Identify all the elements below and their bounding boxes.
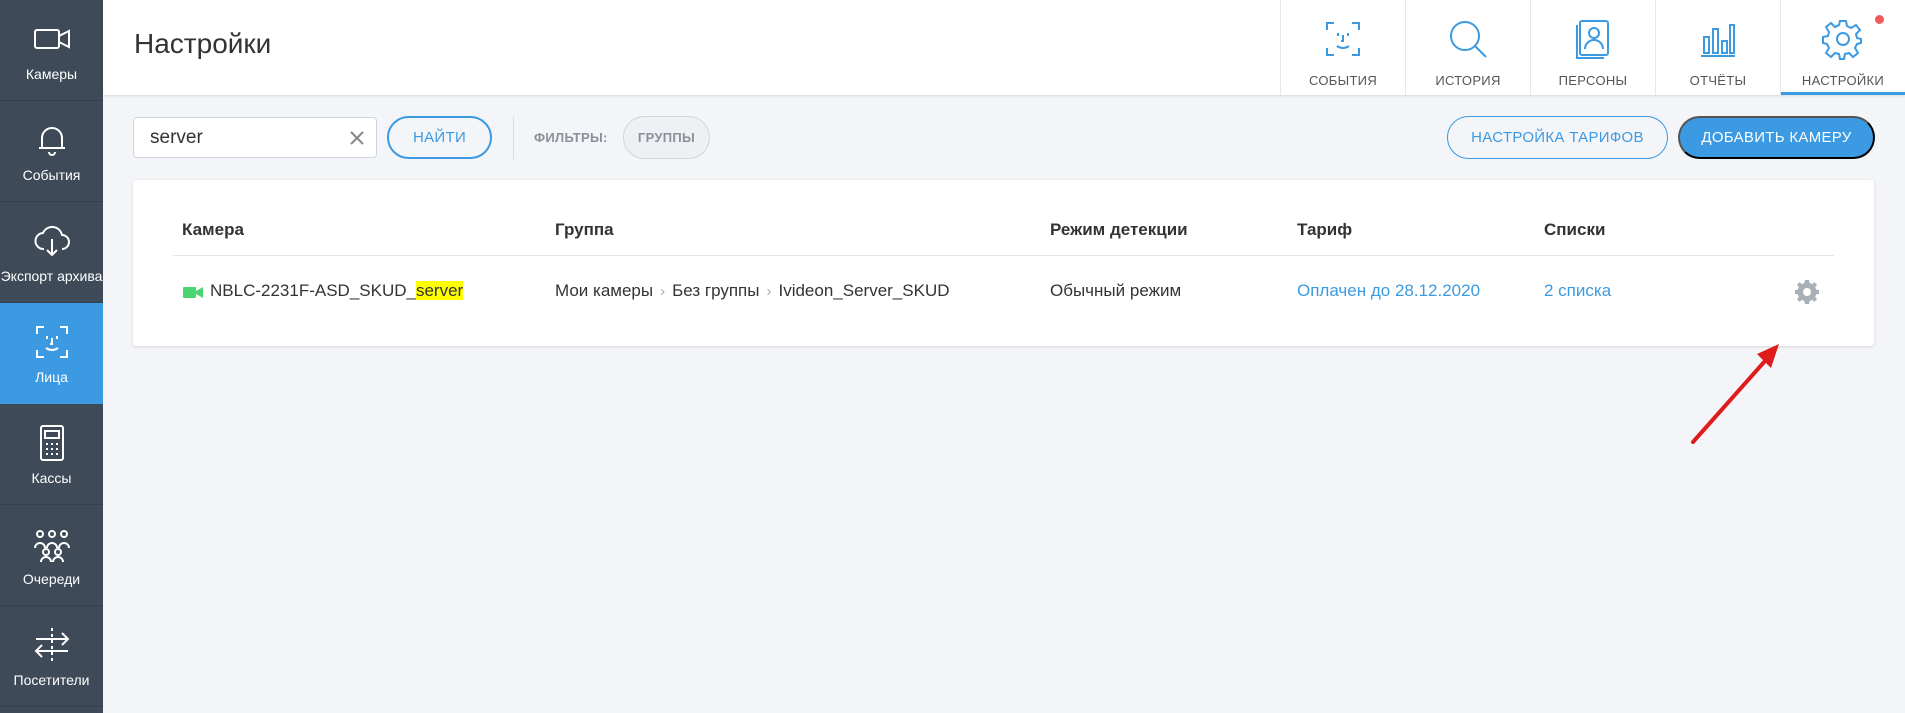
search-icon xyxy=(1450,21,1487,58)
tab-label: ПЕРСОНЫ xyxy=(1558,73,1628,88)
sidebar-item-faces[interactable]: Лица xyxy=(0,303,103,404)
sidebar-item-label: Посетители xyxy=(13,671,90,688)
gear-icon xyxy=(1822,20,1862,60)
tab-persons[interactable]: ПЕРСОНЫ xyxy=(1530,0,1655,95)
cloud-download-icon xyxy=(34,225,70,256)
group-crumb: Без группы xyxy=(672,281,760,300)
group-crumb: Ivideon_Server_SKUD xyxy=(778,281,950,300)
gear-icon[interactable] xyxy=(1794,279,1820,305)
face-recognition-icon xyxy=(35,325,68,358)
sidebar-item-label: События xyxy=(22,166,81,183)
camera-name-prefix: NBLC-2231F-ASD_SKUD_ xyxy=(210,281,416,300)
find-button[interactable]: НАЙТИ xyxy=(387,116,492,159)
column-header-camera: Камера xyxy=(182,220,244,239)
tab-label: ОТЧЁТЫ xyxy=(1689,73,1747,88)
sidebar-item-events[interactable]: События xyxy=(0,101,103,202)
lists-link[interactable]: 2 списка xyxy=(1544,281,1611,301)
clear-search-button[interactable] xyxy=(348,129,366,147)
sidebar-item-visitors[interactable]: Посетители xyxy=(0,606,103,707)
add-camera-button[interactable]: ДОБАВИТЬ КАМЕРУ xyxy=(1678,116,1875,159)
tab-label: СОБЫТИЯ xyxy=(1308,73,1378,88)
sidebar-item-cashboxes[interactable]: Кассы xyxy=(0,404,103,505)
sidebar-item-queues[interactable]: Очереди xyxy=(0,505,103,606)
tab-label: ИСТОРИЯ xyxy=(1435,73,1501,88)
arrows-exchange-icon xyxy=(34,627,69,662)
filters-label: ФИЛЬТРЫ: xyxy=(534,130,608,145)
groups-filter-button[interactable]: ГРУППЫ xyxy=(623,116,710,159)
top-header: Настройки СОБЫТИЯ ИСТОРИЯ ПЕРСОНЫ ОТЧЁТЫ… xyxy=(103,0,1905,95)
people-queue-icon xyxy=(33,529,70,562)
search-input[interactable] xyxy=(150,127,340,149)
cameras-table: Камера Группа Режим детекции Тариф Списк… xyxy=(133,180,1874,346)
top-tabs: СОБЫТИЯ ИСТОРИЯ ПЕРСОНЫ ОТЧЁТЫ НАСТРОЙКИ xyxy=(1280,0,1905,95)
close-icon xyxy=(350,131,364,145)
bell-icon xyxy=(38,126,65,156)
sidebar-item-label: Камеры xyxy=(25,65,78,82)
tab-reports[interactable]: ОТЧЁТЫ xyxy=(1655,0,1780,95)
calculator-icon xyxy=(39,424,64,461)
person-card-icon xyxy=(1576,20,1609,59)
bar-chart-icon xyxy=(1701,24,1735,57)
notification-dot xyxy=(1875,15,1884,24)
column-header-detection-mode: Режим детекции xyxy=(1050,220,1188,239)
sidebar-item-label: Очереди xyxy=(22,570,81,587)
column-header-group: Группа xyxy=(555,220,614,239)
group-crumb: Мои камеры xyxy=(555,281,654,300)
column-header-tariff: Тариф xyxy=(1297,220,1353,239)
annotation-arrow-icon xyxy=(1691,344,1779,444)
chevron-right-icon: › xyxy=(660,283,666,300)
camera-status-icon xyxy=(183,287,203,298)
tab-events[interactable]: СОБЫТИЯ xyxy=(1280,0,1405,95)
search-match-highlight: server xyxy=(415,281,464,300)
page-title: Настройки xyxy=(134,28,272,59)
sidebar-item-cameras[interactable]: Камеры xyxy=(0,0,103,101)
sidebar-item-label: Экспорт архива xyxy=(0,267,103,284)
camera-name[interactable]: NBLC-2231F-ASD_SKUD_server xyxy=(210,281,464,301)
column-header-lists: Списки xyxy=(1544,220,1606,239)
header-divider xyxy=(173,255,1834,256)
tab-history[interactable]: ИСТОРИЯ xyxy=(1405,0,1530,95)
tariff-link[interactable]: Оплачен до 28.12.2020 xyxy=(1297,281,1480,301)
chevron-right-icon: › xyxy=(766,283,772,300)
group-path: Мои камеры › Без группы › Ivideon_Server_SKU… xyxy=(555,281,950,301)
tab-settings[interactable]: НАСТРОЙКИ xyxy=(1780,0,1905,95)
toolbar-divider xyxy=(513,116,514,159)
tariff-settings-button[interactable]: НАСТРОЙКА ТАРИФОВ xyxy=(1447,116,1668,159)
detection-mode: Обычный режим xyxy=(1050,281,1182,300)
search-box xyxy=(133,117,377,158)
sidebar: Камеры События Экспорт архива Лица Кассы… xyxy=(0,0,103,713)
sidebar-item-export[interactable]: Экспорт архива xyxy=(0,202,103,303)
sidebar-item-label: Лица xyxy=(35,368,68,385)
tab-label: НАСТРОЙКИ xyxy=(1801,73,1885,88)
face-scan-icon xyxy=(1326,22,1360,56)
video-camera-icon xyxy=(33,28,70,49)
sidebar-item-label: Кассы xyxy=(31,469,72,486)
